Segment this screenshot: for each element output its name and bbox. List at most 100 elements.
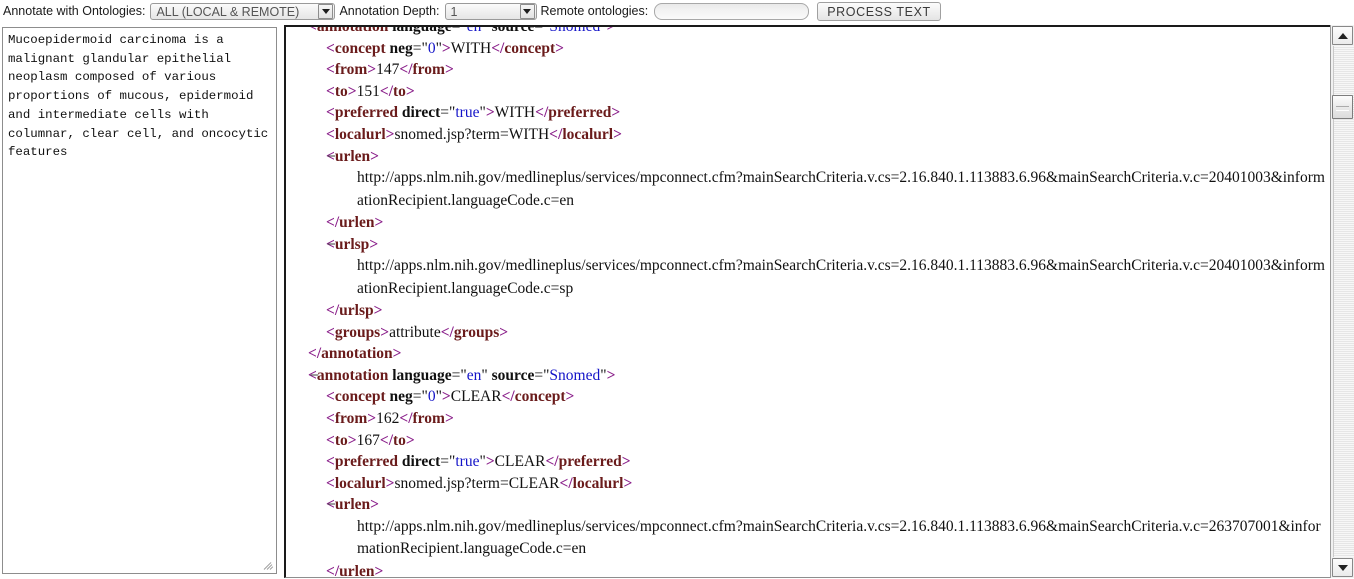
xml-attribute-name: language	[392, 27, 451, 35]
source-text-input[interactable]	[2, 27, 277, 574]
xml-attribute-value: en	[467, 27, 482, 35]
xml-tag-name: preferred	[559, 453, 622, 470]
xml-node-text: snomed.jsp?term=CLEAR	[395, 475, 560, 492]
xml-vertical-scrollbar[interactable]	[1330, 25, 1354, 578]
xml-punctuation: >	[611, 104, 620, 121]
remote-ontologies-input[interactable]	[654, 3, 809, 20]
xml-tag-name: urlen	[335, 148, 370, 165]
process-text-button[interactable]: PROCESS TEXT	[817, 2, 941, 21]
xml-punctuation: </	[380, 432, 393, 449]
xml-tag-name: from	[335, 410, 367, 427]
xml-tag-name: preferred	[548, 104, 611, 121]
xml-url-text: http://apps.nlm.nih.gov/medlineplus/serv…	[286, 255, 1326, 300]
xml-punctuation: >	[607, 367, 616, 384]
ontologies-select-value: ALL (LOCAL & REMOTE)	[151, 4, 318, 20]
xml-punctuation: >	[442, 40, 451, 57]
scrollbar-thumb[interactable]	[1332, 95, 1353, 119]
xml-punctuation: </	[399, 61, 412, 78]
xml-tag-name: from	[335, 61, 367, 78]
xml-punctuation: <	[326, 324, 335, 341]
annotation-depth-select[interactable]: 1	[445, 3, 537, 20]
xml-tag-name: urlen	[339, 563, 374, 578]
xml-punctuation: <	[326, 40, 335, 57]
remote-ontologies-label: Remote ontologies:	[538, 0, 653, 23]
xml-punctuation: >	[406, 432, 415, 449]
xml-punctuation: >	[406, 83, 415, 100]
xml-punctuation: ="	[534, 27, 549, 35]
xml-punctuation: </	[549, 126, 562, 143]
xml-line: −<annotation language="en" source="Snome…	[286, 365, 1326, 387]
xml-line: <preferred direct="true">CLEAR</preferre…	[286, 451, 1326, 473]
xml-punctuation: ="	[534, 367, 549, 384]
xml-punctuation: <	[326, 475, 335, 492]
xml-attribute-value: Snomed	[549, 367, 600, 384]
xml-punctuation: <	[326, 61, 335, 78]
collapse-toggle-icon[interactable]: −	[327, 494, 336, 516]
chevron-down-icon[interactable]	[318, 4, 333, 19]
xml-tag-name: annotation	[317, 367, 389, 384]
xml-node-text: http://apps.nlm.nih.gov/medlineplus/serv…	[357, 518, 1321, 557]
xml-line: −<urlen>	[286, 146, 1326, 168]
xml-punctuation: <	[326, 83, 335, 100]
xml-node-text: CLEAR	[451, 388, 502, 405]
chevron-down-icon[interactable]	[520, 4, 535, 19]
xml-punctuation: >	[445, 410, 454, 427]
xml-punctuation: >	[367, 61, 376, 78]
xml-punctuation: <	[326, 104, 335, 121]
xml-node-text: 151	[357, 83, 380, 100]
xml-punctuation: >	[607, 27, 616, 35]
xml-punctuation: <	[308, 27, 317, 35]
scrollbar-track[interactable]	[1333, 46, 1354, 557]
xml-node-text: 162	[376, 410, 399, 427]
xml-line: <localurl>snomed.jsp?term=CLEAR</localur…	[286, 473, 1326, 495]
collapse-toggle-icon[interactable]: −	[310, 365, 319, 387]
xml-punctuation: >	[442, 388, 451, 405]
collapse-toggle-icon[interactable]: −	[327, 234, 336, 256]
collapse-toggle-icon[interactable]: −	[327, 146, 336, 168]
scroll-up-button[interactable]	[1332, 26, 1353, 45]
xml-punctuation: >	[369, 236, 378, 253]
xml-url-text: http://apps.nlm.nih.gov/medlineplus/serv…	[286, 516, 1326, 561]
xml-punctuation: >	[386, 126, 395, 143]
xml-tag-name: annotation	[321, 345, 393, 362]
xml-punctuation: </	[308, 345, 321, 362]
xml-node-text: attribute	[389, 324, 441, 341]
xml-node-text: http://apps.nlm.nih.gov/medlineplus/serv…	[357, 257, 1325, 296]
xml-punctuation: </	[380, 83, 393, 100]
xml-tag-name: localurl	[335, 126, 386, 143]
xml-punctuation: >	[622, 453, 631, 470]
xml-tag-name: to	[393, 83, 406, 100]
xml-attribute-name: source	[492, 367, 535, 384]
xml-tag-name: urlen	[335, 496, 370, 513]
xml-punctuation: ="	[452, 367, 467, 384]
xml-tag-name: concept	[335, 388, 386, 405]
scroll-down-button[interactable]	[1332, 558, 1353, 577]
xml-punctuation: ="	[440, 104, 455, 121]
xml-punctuation: </	[502, 388, 515, 405]
ontologies-select[interactable]: ALL (LOCAL & REMOTE)	[150, 3, 335, 20]
xml-tag-name: urlsp	[339, 302, 373, 319]
xml-punctuation: ="	[413, 388, 428, 405]
xml-tag-name: preferred	[335, 104, 398, 121]
xml-line: −<urlen>	[286, 494, 1326, 516]
xml-punctuation: </	[326, 563, 339, 578]
xml-scroll-viewport: <annotation language="en" source="Snomed…	[286, 27, 1326, 578]
xml-line: </urlen>	[286, 212, 1326, 234]
xml-punctuation: </	[326, 214, 339, 231]
xml-punctuation: >	[374, 214, 383, 231]
xml-tag-name: localurl	[562, 126, 613, 143]
xml-punctuation: </	[491, 40, 504, 57]
xml-tree: <annotation language="en" source="Snomed…	[286, 27, 1326, 578]
xml-attribute-value: Snomed	[549, 27, 600, 35]
xml-attribute-value: en	[467, 367, 482, 384]
xml-punctuation: "	[481, 27, 487, 35]
xml-line: </annotation>	[286, 343, 1326, 365]
xml-node-text: 147	[376, 61, 399, 78]
annotation-depth-value: 1	[446, 4, 520, 20]
xml-tag-name: concept	[335, 40, 386, 57]
triangle-up-icon	[1338, 33, 1348, 39]
xml-punctuation: >	[370, 496, 379, 513]
xml-line: <to>151</to>	[286, 81, 1326, 103]
xml-tag-name: urlsp	[335, 236, 369, 253]
xml-attribute-value: true	[455, 453, 479, 470]
